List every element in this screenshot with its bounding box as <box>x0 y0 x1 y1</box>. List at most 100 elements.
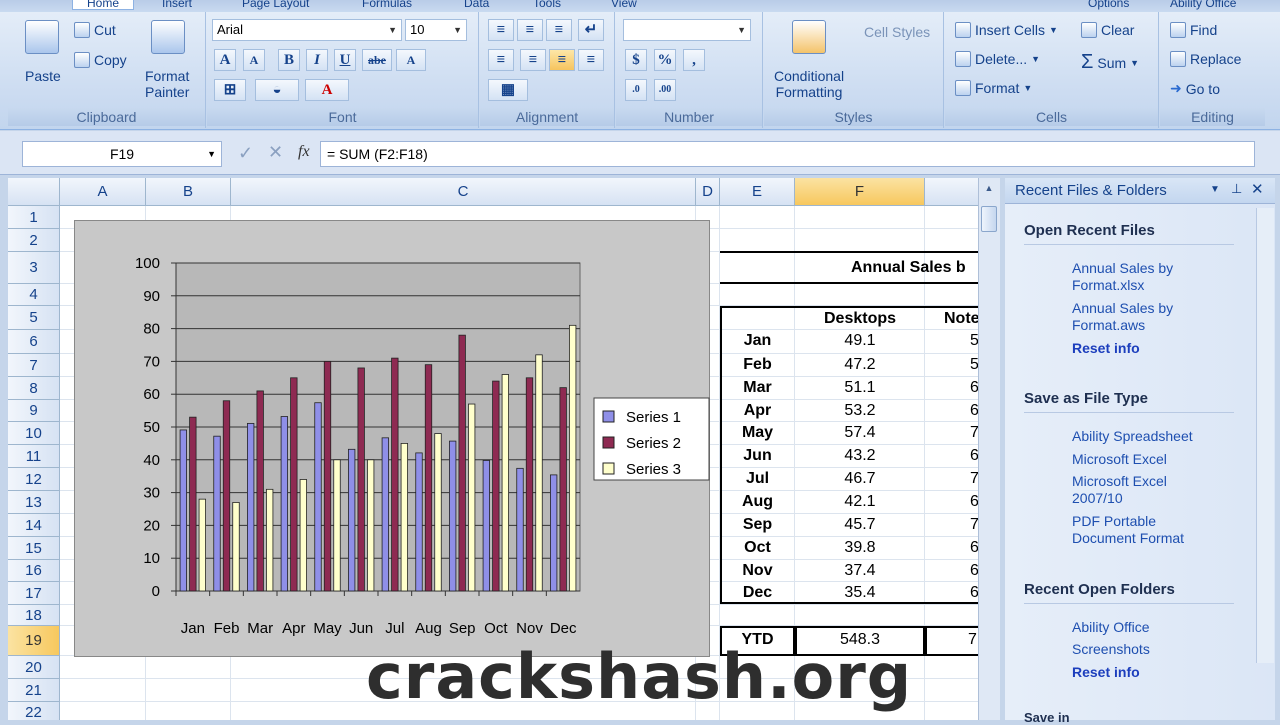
cell-styles-button[interactable]: Cell Styles <box>864 24 930 40</box>
align-top-icon[interactable]: ≡ <box>488 19 514 41</box>
font-name-select[interactable]: Arial ▼ <box>212 19 402 41</box>
notebooks-value[interactable]: 6 <box>970 562 978 580</box>
find-button[interactable]: Find <box>1170 22 1217 38</box>
conditional-formatting-icon[interactable] <box>792 20 826 54</box>
format-painter-button[interactable]: Format Painter <box>145 68 189 100</box>
currency-icon[interactable]: $ <box>625 49 647 71</box>
row-header-16[interactable]: 16 <box>8 560 60 582</box>
column-header-a[interactable]: A <box>60 178 146 206</box>
decrease-decimal-icon[interactable]: .00 <box>654 79 676 101</box>
row-header-22[interactable]: 22 <box>8 702 60 720</box>
file-type-link[interactable]: Microsoft Excel 2007/10 <box>1072 473 1182 507</box>
tab-options[interactable]: Options <box>1088 0 1129 10</box>
desktops-value[interactable]: 47.2 <box>795 356 925 374</box>
indent-icon[interactable]: ≡ <box>488 49 514 71</box>
row-header-2[interactable]: 2 <box>8 229 60 252</box>
bold-button[interactable]: B <box>278 49 300 71</box>
column-header-d[interactable]: D <box>696 178 720 206</box>
notebooks-value[interactable]: 5 <box>970 332 978 350</box>
cut-button[interactable]: Cut <box>74 22 116 38</box>
row-header-5[interactable]: 5 <box>8 306 60 330</box>
tab-formulas[interactable]: Formulas <box>362 0 412 10</box>
column-header-b[interactable]: B <box>146 178 231 206</box>
notebooks-value[interactable]: 6 <box>970 379 978 397</box>
row-header-19[interactable]: 19 <box>8 626 60 656</box>
font-effects-button[interactable]: A <box>396 49 426 71</box>
function-icon[interactable]: fx <box>298 143 310 161</box>
formula-input[interactable]: = SUM (F2:F18) <box>320 141 1255 167</box>
row-header-8[interactable]: 8 <box>8 377 60 400</box>
scroll-thumb[interactable] <box>981 206 997 232</box>
merge-cells-icon[interactable]: ▦ <box>488 79 528 101</box>
notebooks-value[interactable]: 5 <box>970 356 978 374</box>
file-type-link[interactable]: Microsoft Excel <box>1072 451 1252 468</box>
check-icon[interactable]: ✓ <box>238 143 253 164</box>
row-header-11[interactable]: 11 <box>8 445 60 468</box>
notebooks-value[interactable]: 6 <box>970 402 978 420</box>
column-header-g[interactable] <box>925 178 978 206</box>
file-type-link[interactable]: Ability Spreadsheet <box>1072 428 1252 445</box>
goto-button[interactable]: ➜ Go to <box>1170 80 1220 97</box>
notebooks-value[interactable]: 7 <box>970 424 978 442</box>
wrap-text-icon[interactable]: ↵ <box>578 19 604 41</box>
desktops-value[interactable]: 39.8 <box>795 539 925 557</box>
row-header-17[interactable]: 17 <box>8 582 60 605</box>
column-header-f[interactable]: F <box>795 178 925 206</box>
tab-home[interactable]: Home <box>72 0 135 10</box>
sum-button[interactable]: Σ Sum ▼ <box>1081 51 1139 74</box>
recent-file-link[interactable]: Annual Sales by Format.aws <box>1072 300 1192 334</box>
vertical-scrollbar[interactable]: ▲ <box>978 178 1000 720</box>
row-header-15[interactable]: 15 <box>8 537 60 560</box>
underline-button[interactable]: U <box>334 49 356 71</box>
grow-font-button[interactable]: A <box>214 49 236 71</box>
row-header-13[interactable]: 13 <box>8 491 60 514</box>
scroll-up-icon[interactable]: ▲ <box>981 180 997 196</box>
desktops-value[interactable]: 46.7 <box>795 470 925 488</box>
file-type-link[interactable]: PDF Portable Document Format <box>1072 513 1212 547</box>
percent-button[interactable]: % <box>654 49 676 71</box>
desktops-value[interactable]: 42.1 <box>795 493 925 511</box>
font-size-select[interactable]: 10 ▼ <box>405 19 467 41</box>
row-header-6[interactable]: 6 <box>8 330 60 354</box>
shrink-font-button[interactable]: A <box>243 49 265 71</box>
tab-page-layout[interactable]: Page Layout <box>242 0 309 10</box>
row-header-21[interactable]: 21 <box>8 679 60 702</box>
comma-button[interactable]: , <box>683 49 705 71</box>
notebooks-value[interactable]: 6 <box>970 539 978 557</box>
italic-button[interactable]: I <box>306 49 328 71</box>
tab-insert[interactable]: Insert <box>162 0 192 10</box>
conditional-formatting-button[interactable]: Conditional Formatting <box>774 68 844 100</box>
embedded-chart[interactable]: 0 10 20 30 40 50 60 70 80 90 100 Jan Feb Mar Apr May Jun… <box>74 220 710 657</box>
tab-view[interactable]: View <box>611 0 637 10</box>
align-left-icon[interactable]: ≡ <box>520 49 546 71</box>
font-color-button[interactable]: A <box>305 79 349 101</box>
strikethrough-button[interactable]: abe <box>362 49 392 71</box>
row-header-7[interactable]: 7 <box>8 354 60 377</box>
align-middle-icon[interactable]: ≡ <box>517 19 543 41</box>
desktops-value[interactable]: 35.4 <box>795 584 925 602</box>
desktops-value[interactable]: 45.7 <box>795 516 925 534</box>
tab-ability-office[interactable]: Ability Office <box>1170 0 1236 10</box>
reset-info-link[interactable]: Reset info <box>1072 340 1252 357</box>
row-header-10[interactable]: 10 <box>8 422 60 445</box>
desktops-value[interactable]: 57.4 <box>795 424 925 442</box>
worksheet-grid[interactable]: A B C D E F 1 2 3 4 5 6 7 8 9 10 11 12 13 14 15 16 17 18 1… <box>8 178 978 720</box>
delete-button[interactable]: Delete... ▼ <box>955 51 1040 67</box>
row-header-1[interactable]: 1 <box>8 206 60 229</box>
cancel-icon[interactable]: ✕ <box>268 142 283 163</box>
close-icon[interactable]: ✕ <box>1251 180 1264 198</box>
row-header-14[interactable]: 14 <box>8 514 60 537</box>
desktops-value[interactable]: 53.2 <box>795 402 925 420</box>
align-bottom-icon[interactable]: ≡ <box>546 19 572 41</box>
tab-tools[interactable]: Tools <box>533 0 561 10</box>
increase-decimal-icon[interactable]: .0 <box>625 79 647 101</box>
copy-button[interactable]: Copy <box>74 52 127 68</box>
folder-link[interactable]: Screenshots <box>1072 641 1252 658</box>
notebooks-value[interactable]: 7 <box>970 470 978 488</box>
number-format-select[interactable]: ▼ <box>623 19 751 41</box>
pin-icon[interactable]: ⊥ <box>1231 181 1242 197</box>
desktops-value[interactable]: 51.1 <box>795 379 925 397</box>
fill-color-button[interactable]: ◒ <box>255 79 299 101</box>
row-header-12[interactable]: 12 <box>8 468 60 491</box>
task-pane-scrollbar[interactable] <box>1256 208 1274 663</box>
